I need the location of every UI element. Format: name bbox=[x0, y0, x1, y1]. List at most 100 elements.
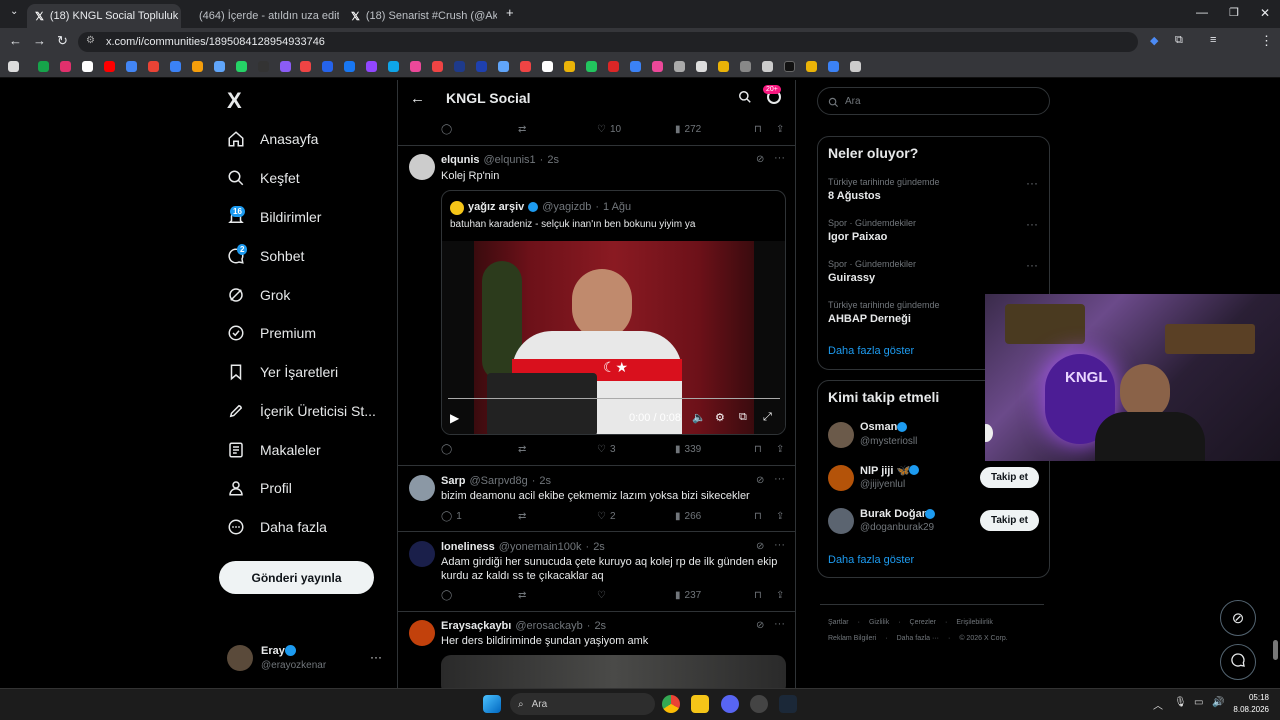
reply-button[interactable]: ◯ bbox=[441, 444, 452, 455]
tweet-author-handle[interactable]: @yonemain100k bbox=[499, 541, 582, 553]
bookmark-icon[interactable] bbox=[322, 61, 333, 72]
twitch-icon[interactable] bbox=[366, 61, 377, 72]
tab-active[interactable]: 𝕏 (18) KNGL Social Topluluk / X ✕ bbox=[27, 4, 181, 28]
extensions-icon[interactable]: ⧉ bbox=[1175, 34, 1183, 47]
tweet-menu-icon[interactable]: ··· bbox=[774, 152, 785, 164]
views-button[interactable]: ▮ 339 bbox=[675, 444, 701, 455]
account-avatar[interactable] bbox=[227, 645, 253, 671]
like-button[interactable]: ♡ bbox=[597, 590, 606, 601]
bookmark-icon[interactable] bbox=[696, 61, 707, 72]
bookmark-icon[interactable] bbox=[192, 61, 203, 72]
bookmark-icon[interactable] bbox=[258, 61, 269, 72]
url-field[interactable]: ⚙ x.com/i/communities/189508412895493374… bbox=[78, 32, 1138, 52]
app-icon[interactable] bbox=[750, 695, 768, 713]
share-button[interactable]: ⇪ bbox=[776, 124, 784, 135]
repost-button[interactable]: ⇄ bbox=[518, 590, 526, 601]
bookmark-icon[interactable] bbox=[652, 61, 663, 72]
nav-bookmarks[interactable]: Yer İşaretleri bbox=[226, 357, 338, 387]
gmail-icon[interactable] bbox=[148, 61, 159, 72]
like-button[interactable]: ♡ 3 bbox=[597, 444, 616, 455]
network-icon[interactable]: ▭ bbox=[1194, 697, 1203, 708]
steam-icon[interactable] bbox=[779, 695, 797, 713]
close-window-icon[interactable]: ✕ bbox=[1260, 6, 1270, 20]
quoted-tweet[interactable]: yağız arşiv @yagizdb · 1 Ağu batuhan kar… bbox=[441, 190, 786, 435]
tweet-menu-icon[interactable]: ··· bbox=[774, 618, 785, 630]
trend-menu-icon[interactable]: ··· bbox=[1026, 217, 1038, 231]
nav-home[interactable]: Anasayfa bbox=[226, 124, 318, 154]
footer-link[interactable]: Gizlilik bbox=[869, 619, 889, 626]
bookmark-icon[interactable] bbox=[586, 61, 597, 72]
share-button[interactable]: ⇪ bbox=[776, 444, 784, 455]
x-icon[interactable] bbox=[82, 61, 93, 72]
scrollbar-thumb[interactable] bbox=[1273, 640, 1278, 660]
bookmark-icon[interactable] bbox=[170, 61, 181, 72]
bookmark-button[interactable]: ⊓ bbox=[754, 444, 762, 455]
bookmark-icon[interactable] bbox=[564, 61, 575, 72]
whatsapp-icon[interactable] bbox=[236, 61, 247, 72]
translate-icon[interactable] bbox=[214, 61, 225, 72]
bookmark-icon[interactable] bbox=[388, 61, 399, 72]
discord-icon[interactable] bbox=[721, 695, 739, 713]
search-icon[interactable] bbox=[738, 90, 752, 109]
pip-icon[interactable]: ⧉ bbox=[739, 411, 747, 424]
tweet-time[interactable]: 2s bbox=[593, 541, 605, 553]
tray-chevron-icon[interactable]: ︿ bbox=[1153, 697, 1163, 712]
apps-icon[interactable] bbox=[8, 61, 19, 72]
follow-button[interactable]: Takip et bbox=[980, 467, 1039, 488]
tab-x-senarist[interactable]: 𝕏 (18) Senarist #Crush (@Akali34 ✕ bbox=[343, 4, 497, 28]
tweet-time[interactable]: 2s bbox=[539, 475, 551, 487]
trend-item[interactable]: 8 Ağustos bbox=[828, 190, 881, 202]
video-player[interactable]: ☾★ ▶ 0:00 / 0:08 🔈 ⚙ ⧉ ⤢ bbox=[442, 241, 785, 434]
bookmark-icon[interactable] bbox=[718, 61, 729, 72]
views-button[interactable]: ▮ 237 bbox=[675, 590, 701, 601]
follow-button[interactable]: Takip et bbox=[980, 510, 1039, 531]
footer-link[interactable]: Erişilebilirlik bbox=[956, 619, 993, 626]
bookmark-icon[interactable] bbox=[828, 61, 839, 72]
like-button[interactable]: ♡ 10 bbox=[597, 124, 621, 135]
tweet-author-handle[interactable]: @Sarpvd8g bbox=[469, 475, 527, 487]
footer-link[interactable]: Reklam Bilgileri bbox=[828, 635, 876, 642]
grok-icon[interactable]: ⊘ bbox=[756, 475, 764, 486]
grok-icon[interactable]: ⊘ bbox=[756, 541, 764, 552]
grok-icon[interactable]: ⊘ bbox=[756, 154, 764, 165]
avatar[interactable] bbox=[409, 154, 435, 180]
tweet-time[interactable]: 2s bbox=[547, 154, 559, 166]
nav-articles[interactable]: Makaleler bbox=[226, 435, 321, 465]
volume-icon[interactable]: 🔈 bbox=[692, 411, 706, 424]
nav-profile[interactable]: Profil bbox=[226, 473, 292, 503]
bookmark-icon[interactable] bbox=[784, 61, 795, 72]
avatar[interactable] bbox=[409, 541, 435, 567]
repost-button[interactable]: ⇄ bbox=[518, 444, 526, 455]
forward-icon[interactable]: → bbox=[33, 33, 46, 48]
avatar[interactable] bbox=[409, 475, 435, 501]
views-button[interactable]: ▮ 266 bbox=[675, 511, 701, 522]
file-explorer-icon[interactable] bbox=[691, 695, 709, 713]
nav-premium[interactable]: Premium bbox=[226, 318, 316, 348]
avatar[interactable] bbox=[828, 465, 854, 491]
tweet-author-name[interactable]: loneliness bbox=[441, 541, 495, 553]
tweet-author-name[interactable]: Sarp bbox=[441, 475, 465, 487]
taskbar-date[interactable]: 8.08.2026 bbox=[1229, 705, 1269, 714]
google-icon[interactable] bbox=[126, 61, 137, 72]
bookmark-icon[interactable] bbox=[280, 61, 291, 72]
bookmark-icon[interactable] bbox=[608, 61, 619, 72]
play-icon[interactable]: ▶ bbox=[450, 411, 459, 425]
maximize-icon[interactable]: ❐ bbox=[1229, 6, 1239, 19]
nav-more[interactable]: Daha fazla bbox=[226, 512, 327, 542]
footer-link[interactable]: Daha fazla ··· bbox=[897, 635, 939, 642]
extension-shield-icon[interactable]: ◆ bbox=[1150, 34, 1158, 47]
tweet-time[interactable]: 2s bbox=[594, 620, 606, 632]
volume-icon[interactable]: 🔊 bbox=[1212, 697, 1224, 708]
tweet-menu-icon[interactable]: ··· bbox=[774, 539, 785, 551]
back-arrow-icon[interactable]: ← bbox=[410, 90, 425, 107]
grok-float-button[interactable]: ⊘ bbox=[1220, 600, 1256, 636]
reading-list-icon[interactable]: ≡ bbox=[1210, 34, 1216, 46]
grok-icon[interactable]: ⊘ bbox=[756, 620, 764, 631]
bookmark-icon[interactable] bbox=[300, 61, 311, 72]
settings-icon[interactable]: ⚙ bbox=[715, 411, 725, 424]
facebook-icon[interactable] bbox=[344, 61, 355, 72]
views-button[interactable]: ▮ 272 bbox=[675, 124, 701, 135]
repost-button[interactable]: ⇄ bbox=[518, 124, 526, 135]
reply-button[interactable]: ◯ bbox=[441, 590, 452, 601]
tweet-author-name[interactable]: Eraysaçkaybı bbox=[441, 620, 511, 632]
